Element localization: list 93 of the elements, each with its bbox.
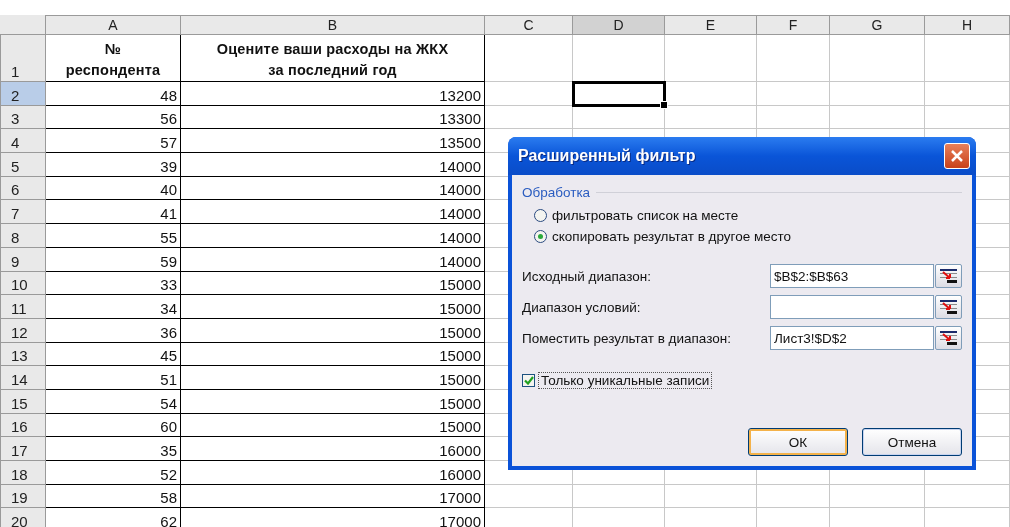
- column-header[interactable]: D: [573, 15, 665, 35]
- table-cell: 54: [46, 389, 181, 414]
- table-cell: 15000: [181, 271, 485, 296]
- row-header[interactable]: 17: [0, 437, 46, 461]
- table-cell: 56: [46, 105, 181, 130]
- table-cell: 35: [46, 437, 181, 461]
- table-cell: 34: [46, 295, 181, 319]
- row-header[interactable]: 9: [0, 247, 46, 272]
- field-label: Поместить результат в диапазон:: [522, 330, 731, 346]
- checkbox-label: Только уникальные записи: [538, 372, 713, 389]
- field-label: Исходный диапазон:: [522, 268, 651, 284]
- table-cell: 15000: [181, 318, 485, 343]
- table-cell: 14000: [181, 176, 485, 201]
- table-cell: 13300: [181, 105, 485, 130]
- column-header[interactable]: C: [485, 15, 573, 35]
- row-header[interactable]: 16: [0, 413, 46, 438]
- table-cell: 52: [46, 461, 181, 485]
- row-header[interactable]: 3: [0, 105, 46, 130]
- row-header[interactable]: 4: [0, 129, 46, 154]
- dialog-button[interactable]: Отмена: [862, 428, 962, 456]
- row-header[interactable]: 10: [0, 271, 46, 296]
- table-cell: 15000: [181, 366, 485, 390]
- table-cell: 13200: [181, 82, 485, 106]
- row-header[interactable]: 13: [0, 342, 46, 367]
- range-picker-button[interactable]: [935, 295, 962, 319]
- table-cell: 51: [46, 366, 181, 390]
- radio-label: фильтровать список на месте: [552, 208, 739, 223]
- table-cell: 48: [46, 82, 181, 106]
- table-cell: 16000: [181, 437, 485, 461]
- checkbox[interactable]: [522, 374, 535, 387]
- table-cell: 14000: [181, 224, 485, 248]
- table-cell: 14000: [181, 200, 485, 225]
- table-cell: 45: [46, 342, 181, 367]
- range-picker-button[interactable]: [935, 326, 962, 350]
- range-picker-icon: [939, 330, 958, 346]
- table-cell: 14000: [181, 153, 485, 177]
- radio-label: скопировать результат в другое место: [552, 229, 791, 244]
- table-cell: 15000: [181, 389, 485, 414]
- column-header[interactable]: F: [757, 15, 830, 35]
- table-cell: 60: [46, 413, 181, 438]
- row-header[interactable]: 20: [0, 508, 46, 527]
- group-label: Обработка: [522, 185, 591, 200]
- table-cell: 55: [46, 224, 181, 248]
- range-field[interactable]: Лист3!$D$2: [770, 326, 934, 350]
- table-cell: 33: [46, 271, 181, 296]
- row-header[interactable]: 5: [0, 153, 46, 177]
- row-header[interactable]: 2: [0, 82, 46, 106]
- radio-button[interactable]: [534, 230, 547, 243]
- range-picker-icon: [939, 268, 958, 284]
- row-header[interactable]: 8: [0, 224, 46, 248]
- table-cell: 57: [46, 129, 181, 154]
- active-cell[interactable]: [573, 82, 665, 106]
- row-header[interactable]: 1: [0, 35, 46, 82]
- close-button[interactable]: [944, 143, 970, 169]
- table-cell: 58: [46, 484, 181, 509]
- row-header[interactable]: 12: [0, 318, 46, 343]
- table-cell: 59: [46, 247, 181, 272]
- range-field[interactable]: [770, 295, 934, 319]
- table-header-cell: № респондента: [46, 35, 181, 82]
- row-header[interactable]: 6: [0, 176, 46, 201]
- dialog-button[interactable]: ОК: [748, 428, 848, 456]
- table-cell: 15000: [181, 342, 485, 367]
- table-cell: 17000: [181, 508, 485, 527]
- radio-button[interactable]: [534, 209, 547, 222]
- column-header[interactable]: B: [181, 15, 485, 35]
- dialog-title: Расширенный фильтр: [518, 147, 696, 165]
- table-header-cell: Оцените ваши расходы на ЖКХ за последний год: [181, 35, 485, 82]
- table-cell: 39: [46, 153, 181, 177]
- table-cell: 16000: [181, 461, 485, 485]
- column-header[interactable]: E: [665, 15, 757, 35]
- table-cell: 15000: [181, 413, 485, 438]
- row-header[interactable]: 7: [0, 200, 46, 225]
- table-cell: 17000: [181, 484, 485, 509]
- table-cell: 41: [46, 200, 181, 225]
- table-cell: 13500: [181, 129, 485, 154]
- table-cell: 36: [46, 318, 181, 343]
- row-header[interactable]: 14: [0, 366, 46, 390]
- table-cell: 15000: [181, 295, 485, 319]
- table-cell: 40: [46, 176, 181, 201]
- row-header[interactable]: 15: [0, 389, 46, 414]
- column-header[interactable]: A: [46, 15, 181, 35]
- table-cell: 14000: [181, 247, 485, 272]
- row-header[interactable]: 18: [0, 461, 46, 485]
- range-picker-button[interactable]: [935, 264, 962, 288]
- row-header[interactable]: 19: [0, 484, 46, 509]
- close-icon: [950, 149, 964, 163]
- table-cell: 62: [46, 508, 181, 527]
- row-header[interactable]: 11: [0, 295, 46, 319]
- column-header[interactable]: H: [925, 15, 1010, 35]
- range-field[interactable]: $B$2:$B$63: [770, 264, 934, 288]
- field-label: Диапазон условий:: [522, 299, 641, 315]
- column-header[interactable]: G: [830, 15, 925, 35]
- range-picker-icon: [939, 299, 958, 315]
